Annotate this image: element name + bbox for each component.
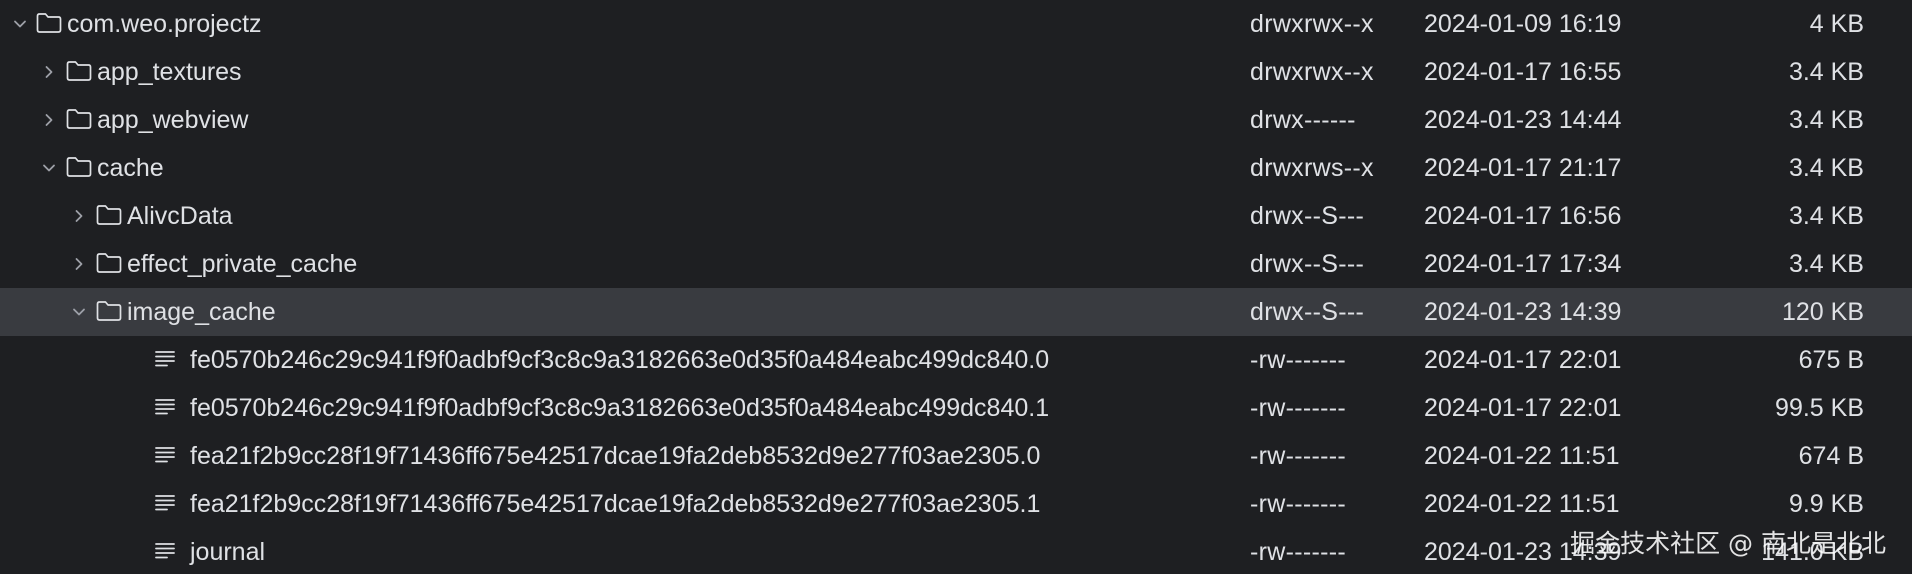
- row-date: 2024-01-23 14:39: [1424, 298, 1622, 326]
- row-permissions: drwxrwx--x: [1250, 10, 1374, 38]
- row-permissions: drwx--S---: [1250, 298, 1365, 326]
- row-size: 9.9 KB: [1788, 490, 1864, 518]
- folder-icon: [66, 48, 96, 96]
- row-permissions: drwx--S---: [1250, 202, 1365, 230]
- row-size: 3.4 KB: [1788, 154, 1864, 182]
- tree-row-alivcdata[interactable]: AlivcData drwx--S--- 2024-01-17 16:56 3.…: [0, 192, 1912, 240]
- row-date: 2024-01-09 16:19: [1424, 10, 1622, 38]
- tree-row-app-textures[interactable]: app_textures drwxrwx--x 2024-01-17 16:55…: [0, 48, 1912, 96]
- device-file-explorer-tree: com.weo.projectz drwxrwx--x 2024-01-09 1…: [0, 0, 1912, 574]
- tree-row-cache[interactable]: cache drwxrws--x 2024-01-17 21:17 3.4 KB: [0, 144, 1912, 192]
- chevron-down-icon[interactable]: [67, 288, 91, 336]
- row-size: 4 KB: [1809, 10, 1864, 38]
- row-size: 120 KB: [1781, 298, 1864, 326]
- folder-icon: [36, 0, 66, 48]
- row-name: journal: [190, 538, 266, 566]
- row-date: 2024-01-17 16:56: [1424, 202, 1622, 230]
- chevron-right-icon[interactable]: [37, 48, 61, 96]
- text-file-icon: [154, 384, 184, 432]
- row-size: 675 B: [1798, 346, 1864, 374]
- row-date: 2024-01-17 21:17: [1424, 154, 1622, 182]
- row-date: 2024-01-22 11:51: [1424, 490, 1620, 518]
- folder-icon: [96, 192, 126, 240]
- tree-row-com-weo-projectz[interactable]: com.weo.projectz drwxrwx--x 2024-01-09 1…: [0, 0, 1912, 48]
- text-file-icon: [154, 528, 184, 574]
- chevron-right-icon[interactable]: [67, 192, 91, 240]
- tree-row-file[interactable]: fe0570b246c29c941f9f0adbf9cf3c8c9a318266…: [0, 384, 1912, 432]
- chevron-down-icon[interactable]: [8, 0, 32, 48]
- row-name: cache: [97, 154, 164, 182]
- tree-row-file[interactable]: fea21f2b9cc28f19f71436ff675e42517dcae19f…: [0, 480, 1912, 528]
- folder-icon: [66, 144, 96, 192]
- chevron-down-icon[interactable]: [37, 144, 61, 192]
- row-name: com.weo.projectz: [67, 10, 262, 38]
- tree-row-file[interactable]: fea21f2b9cc28f19f71436ff675e42517dcae19f…: [0, 432, 1912, 480]
- chevron-right-icon[interactable]: [67, 240, 91, 288]
- row-permissions: -rw-------: [1250, 346, 1346, 374]
- row-permissions: -rw-------: [1250, 490, 1346, 518]
- text-file-icon: [154, 480, 184, 528]
- row-date: 2024-01-17 22:01: [1424, 394, 1622, 422]
- tree-row-effect-private-cache[interactable]: effect_private_cache drwx--S--- 2024-01-…: [0, 240, 1912, 288]
- row-permissions: drwxrwx--x: [1250, 58, 1374, 86]
- tree-row-image-cache[interactable]: image_cache drwx--S--- 2024-01-23 14:39 …: [0, 288, 1912, 336]
- row-date: 2024-01-17 16:55: [1424, 58, 1622, 86]
- row-date: 2024-01-17 17:34: [1424, 250, 1622, 278]
- row-name: fea21f2b9cc28f19f71436ff675e42517dcae19f…: [190, 490, 1041, 518]
- row-size: 3.4 KB: [1788, 58, 1864, 86]
- text-file-icon: [154, 432, 184, 480]
- row-size: 3.4 KB: [1788, 202, 1864, 230]
- row-name: app_webview: [97, 106, 249, 134]
- row-name: fea21f2b9cc28f19f71436ff675e42517dcae19f…: [190, 442, 1041, 470]
- row-date: 2024-01-17 22:01: [1424, 346, 1622, 374]
- row-name: image_cache: [127, 298, 276, 326]
- row-permissions: drwx--S---: [1250, 250, 1365, 278]
- text-file-icon: [154, 336, 184, 384]
- row-size: 3.4 KB: [1788, 106, 1864, 134]
- folder-icon: [66, 96, 96, 144]
- row-permissions: drwxrws--x: [1250, 154, 1374, 182]
- row-name: fe0570b246c29c941f9f0adbf9cf3c8c9a318266…: [190, 346, 1050, 374]
- folder-icon: [96, 288, 126, 336]
- row-name: AlivcData: [127, 202, 233, 230]
- folder-icon: [96, 240, 126, 288]
- row-name: app_textures: [97, 58, 242, 86]
- watermark: 掘金技术社区 @ 南北是北北: [1570, 529, 1886, 558]
- tree-row-app-webview[interactable]: app_webview drwx------ 2024-01-23 14:44 …: [0, 96, 1912, 144]
- row-name: fe0570b246c29c941f9f0adbf9cf3c8c9a318266…: [190, 394, 1050, 422]
- tree-row-file[interactable]: fe0570b246c29c941f9f0adbf9cf3c8c9a318266…: [0, 336, 1912, 384]
- row-permissions: -rw-------: [1250, 442, 1346, 470]
- row-size: 3.4 KB: [1788, 250, 1864, 278]
- row-name: effect_private_cache: [127, 250, 358, 278]
- row-permissions: drwx------: [1250, 106, 1356, 134]
- row-size: 99.5 KB: [1775, 394, 1864, 422]
- chevron-right-icon[interactable]: [37, 96, 61, 144]
- row-permissions: -rw-------: [1250, 538, 1346, 566]
- row-permissions: -rw-------: [1250, 394, 1346, 422]
- row-date: 2024-01-23 14:44: [1424, 106, 1622, 134]
- row-date: 2024-01-22 11:51: [1424, 442, 1620, 470]
- row-size: 674 B: [1798, 442, 1864, 470]
